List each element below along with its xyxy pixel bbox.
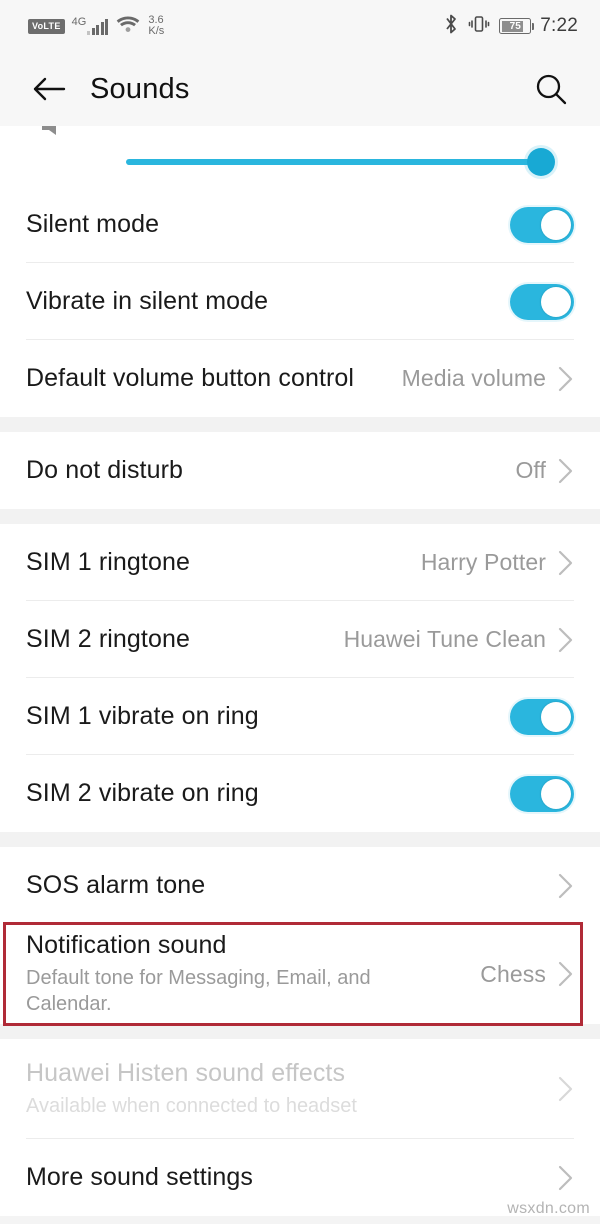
row-value: Off: [515, 457, 546, 483]
row-label-col: Silent mode: [26, 210, 510, 240]
row-label: SIM 1 vibrate on ring: [26, 701, 259, 730]
chevron-right-icon: [557, 960, 574, 988]
row-label-col: Huawei Histen sound effects Available wh…: [26, 1059, 546, 1120]
section-gap: [0, 1024, 600, 1039]
row-sublabel: Available when connected to headset: [26, 1095, 357, 1118]
search-icon[interactable]: [528, 66, 574, 112]
battery-icon: 75: [499, 18, 535, 34]
media-volume-knob[interactable]: [527, 148, 555, 176]
row-label: Silent mode: [26, 209, 160, 238]
notification-sound-highlight-wrap: Notification sound Default tone for Mess…: [0, 922, 600, 1026]
row-label: SIM 1 ringtone: [26, 547, 190, 576]
row-label-col: SIM 1 ringtone: [26, 548, 421, 578]
media-volume-slider-row[interactable]: [0, 126, 600, 186]
row-label-col: SIM 2 ringtone: [26, 625, 344, 655]
phone-screen: VoLTE 4G 3.6 K/s 75 7:22 Sounds Silent m…: [0, 0, 600, 1224]
row-label: Default volume button control: [26, 363, 355, 392]
back-arrow-icon[interactable]: [26, 66, 72, 112]
row-label-col: SIM 1 vibrate on ring: [26, 702, 510, 732]
toggle-vibrate-in-silent-mode[interactable]: [510, 283, 574, 320]
tones-section: SOS alarm tone Notification sound Defaul…: [0, 847, 600, 1026]
row-vibrate-in-silent-mode[interactable]: Vibrate in silent mode: [0, 263, 600, 340]
app-bar: Sounds: [0, 52, 600, 126]
row-label-col: SOS alarm tone: [26, 871, 546, 901]
row-label-col: More sound settings: [26, 1163, 546, 1193]
volte-icon: VoLTE: [28, 18, 65, 34]
row-label-col: Default volume button control: [26, 364, 402, 394]
silent-section: Silent mode Vibrate in silent mode Defau…: [0, 186, 600, 417]
toggle-sim-1-vibrate-on-ring[interactable]: [510, 698, 574, 735]
chevron-right-icon: [557, 1075, 574, 1103]
row-sim-1-vibrate-on-ring[interactable]: SIM 1 vibrate on ring: [0, 678, 600, 755]
sim-section: SIM 1 ringtone Harry Potter SIM 2 ringto…: [0, 524, 600, 832]
toggle-sim-2-vibrate-on-ring[interactable]: [510, 775, 574, 812]
row-label: Do not disturb: [26, 455, 184, 484]
toggle-silent-mode[interactable]: [510, 206, 574, 243]
dnd-section: Do not disturb Off: [0, 432, 600, 509]
row-notification-sound[interactable]: Notification sound Default tone for Mess…: [0, 924, 600, 1024]
row-label: SIM 2 ringtone: [26, 624, 190, 653]
battery-percent-label: 75: [509, 20, 521, 32]
data-speed-unit: K/s: [148, 25, 165, 37]
signal-bars-icon: 4G: [72, 17, 109, 35]
chevron-right-icon: [557, 872, 574, 900]
row-label: Notification sound: [26, 930, 227, 959]
chevron-right-icon: [557, 365, 574, 393]
row-label-col: Vibrate in silent mode: [26, 287, 510, 317]
chevron-right-icon: [557, 549, 574, 577]
section-gap: [0, 509, 600, 524]
row-sim-2-vibrate-on-ring[interactable]: SIM 2 vibrate on ring: [0, 755, 600, 832]
row-label-col: Notification sound Default tone for Mess…: [26, 931, 480, 1018]
chevron-right-icon: [557, 626, 574, 654]
page-title: Sounds: [90, 72, 190, 105]
section-gap: [0, 417, 600, 432]
status-bar: VoLTE 4G 3.6 K/s 75 7:22: [0, 0, 600, 52]
row-sublabel: Default tone for Messaging, Email, and C…: [26, 967, 371, 1016]
row-silent-mode[interactable]: Silent mode: [0, 186, 600, 263]
row-value: Chess: [480, 960, 546, 987]
row-label: SOS alarm tone: [26, 870, 206, 899]
row-default-volume-button-control[interactable]: Default volume button control Media volu…: [0, 340, 600, 417]
row-sim-1-ringtone[interactable]: SIM 1 ringtone Harry Potter: [0, 524, 600, 601]
data-speed-indicator: 3.6 K/s: [148, 15, 164, 37]
section-gap: [0, 832, 600, 847]
row-label: Vibrate in silent mode: [26, 286, 269, 315]
row-do-not-disturb[interactable]: Do not disturb Off: [0, 432, 600, 509]
clock-label: 7:22: [540, 15, 578, 36]
row-value: Media volume: [401, 365, 546, 391]
row-label-col: Do not disturb: [26, 456, 515, 486]
signal-bars-glyph: [87, 19, 109, 35]
row-label-col: SIM 2 vibrate on ring: [26, 779, 510, 809]
network-generation-label: 4G: [71, 16, 87, 28]
wifi-icon: [115, 14, 141, 39]
watermark-label: wsxdn.com: [507, 1200, 590, 1217]
row-huawei-histen-sound-effects[interactable]: Huawei Histen sound effects Available wh…: [0, 1039, 600, 1139]
row-label: Huawei Histen sound effects: [26, 1058, 346, 1087]
row-value: Harry Potter: [420, 549, 546, 575]
row-label: SIM 2 vibrate on ring: [26, 778, 259, 807]
bluetooth-icon: [444, 13, 459, 40]
status-bar-left: VoLTE 4G 3.6 K/s: [28, 14, 164, 39]
row-sos-alarm-tone[interactable]: SOS alarm tone: [0, 847, 600, 924]
row-sim-2-ringtone[interactable]: SIM 2 ringtone Huawei Tune Clean: [0, 601, 600, 678]
vibrate-icon: [468, 14, 490, 39]
row-label: More sound settings: [26, 1162, 254, 1191]
status-bar-right: 75 7:22: [444, 13, 578, 40]
row-value: Huawei Tune Clean: [343, 626, 546, 652]
media-volume-icon: [40, 126, 66, 138]
effects-section: Huawei Histen sound effects Available wh…: [0, 1039, 600, 1216]
chevron-right-icon: [557, 457, 574, 485]
media-volume-track[interactable]: [126, 159, 530, 165]
chevron-right-icon: [557, 1164, 574, 1192]
